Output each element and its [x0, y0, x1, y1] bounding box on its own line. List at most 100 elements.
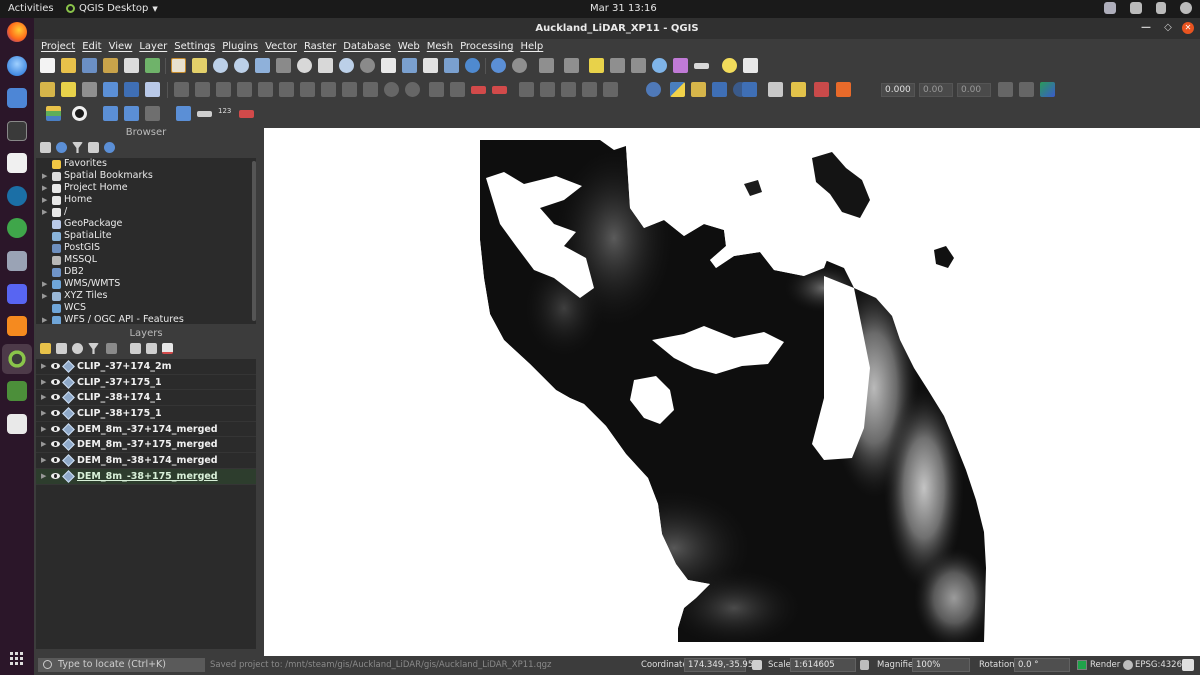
browser-item[interactable]: GeoPackage — [36, 218, 256, 230]
refresh-icon[interactable] — [56, 142, 67, 153]
discord-tray-icon[interactable] — [1104, 2, 1116, 14]
volume-icon[interactable] — [1130, 2, 1142, 14]
show-hide-labels-icon[interactable] — [540, 82, 555, 97]
statistical-summary-icon[interactable] — [631, 58, 646, 73]
visibility-eye-icon[interactable] — [51, 472, 60, 479]
visibility-eye-icon[interactable] — [51, 457, 60, 464]
snap-value-z[interactable]: 0.00 — [957, 83, 991, 97]
expand-arrow-icon[interactable]: ▶ — [42, 170, 47, 182]
georeferencer-icon[interactable] — [791, 82, 806, 97]
field-calculator-icon[interactable] — [610, 58, 625, 73]
new-temporary-layer-icon[interactable] — [124, 82, 139, 97]
layer-item[interactable]: ▶ CLIP_-38+174_1 — [36, 390, 256, 407]
text-annotation-icon[interactable] — [743, 58, 758, 73]
task-list-icon[interactable] — [7, 153, 27, 173]
new-map-view-icon[interactable] — [381, 58, 396, 73]
browser-item[interactable]: DB2 — [36, 266, 256, 278]
pin-labels-icon[interactable] — [519, 82, 534, 97]
shape-tool-a-icon[interactable] — [998, 82, 1013, 97]
identify-features-icon[interactable] — [491, 58, 506, 73]
abc-label-icon[interactable] — [471, 86, 486, 94]
label-tool-red-icon[interactable] — [239, 110, 254, 118]
rotate-label-icon[interactable] — [582, 82, 597, 97]
menu-view[interactable]: View — [109, 39, 133, 54]
visibility-eye-icon[interactable] — [51, 410, 60, 417]
firefox-icon[interactable] — [7, 22, 27, 42]
measure-bar-icon[interactable] — [197, 111, 212, 117]
processing-toolbox-icon[interactable] — [652, 58, 667, 73]
zoom-next-icon[interactable] — [360, 58, 375, 73]
browser-item[interactable]: ▶ WMS/WMTS — [36, 278, 256, 290]
expand-all-icon[interactable] — [130, 343, 141, 354]
digitize-circle-icon[interactable] — [72, 106, 87, 121]
copy-features-icon[interactable] — [342, 82, 357, 97]
updates-icon[interactable] — [1156, 2, 1166, 14]
select-features-icon[interactable] — [539, 58, 554, 73]
digitize-segment-icon[interactable] — [103, 106, 118, 121]
filter-by-expression-icon[interactable] — [106, 343, 117, 354]
expand-arrow-icon[interactable]: ▶ — [41, 437, 46, 452]
menu-settings[interactable]: Settings — [174, 39, 215, 54]
new-geopackage-layer-icon[interactable] — [61, 82, 76, 97]
layer-item[interactable]: ▶ CLIP_-37+175_1 — [36, 375, 256, 391]
file-manager-icon[interactable] — [7, 88, 27, 108]
zoom-full-icon[interactable] — [255, 58, 270, 73]
help-contents-icon[interactable] — [742, 82, 757, 97]
data-source-manager-icon[interactable] — [40, 82, 55, 97]
new-3d-view-icon[interactable] — [402, 58, 417, 73]
label-count-icon[interactable]: 123 — [218, 107, 231, 115]
zoom-in-icon[interactable] — [213, 58, 228, 73]
snap-value-y[interactable]: 0.00 — [919, 83, 953, 97]
crs-icon[interactable] — [1123, 660, 1133, 670]
lock-scale-icon[interactable] — [860, 660, 869, 670]
activities-button[interactable]: Activities — [8, 3, 54, 14]
measure-line-icon[interactable] — [694, 63, 709, 69]
qgis-icon[interactable] — [7, 349, 27, 369]
abc-label-off-icon[interactable] — [492, 86, 507, 94]
save-project-icon[interactable] — [82, 58, 97, 73]
browser-item[interactable]: ▶ Home — [36, 194, 256, 206]
menu-processing[interactable]: Processing — [460, 39, 513, 54]
expand-arrow-icon[interactable]: ▶ — [41, 406, 46, 421]
browser-item[interactable]: SpatiaLite — [36, 230, 256, 242]
visibility-eye-icon[interactable] — [51, 441, 60, 448]
text-editor-icon[interactable] — [7, 414, 27, 434]
advanced-digitize-icon[interactable] — [176, 106, 191, 121]
coordinate-field[interactable]: 174.349,-35.955 — [684, 658, 759, 672]
add-raster-layer-icon[interactable] — [103, 82, 118, 97]
add-group-icon[interactable] — [56, 343, 67, 354]
expand-arrow-icon[interactable]: ▶ — [42, 290, 47, 302]
remove-layer-icon[interactable] — [162, 343, 173, 354]
expand-arrow-icon[interactable]: ▶ — [41, 453, 46, 468]
label-highlight-icon[interactable] — [450, 82, 465, 97]
globe-icon[interactable] — [646, 82, 661, 97]
browser-item[interactable]: Favorites — [36, 158, 256, 170]
python-console-icon[interactable] — [670, 82, 685, 97]
snapping-tool-icon[interactable] — [124, 106, 139, 121]
locator-search-input[interactable]: Type to locate (Ctrl+K) — [38, 658, 205, 672]
collapse-all-icon[interactable] — [88, 142, 99, 153]
tracing-icon[interactable] — [145, 106, 160, 121]
toggle-editing-icon[interactable] — [174, 82, 189, 97]
filter-legend-icon[interactable] — [88, 343, 99, 354]
open-project-icon[interactable] — [61, 58, 76, 73]
refresh-icon[interactable] — [465, 58, 480, 73]
plugin-tools-icon[interactable] — [836, 82, 851, 97]
visibility-eye-icon[interactable] — [51, 378, 60, 385]
zoom-last-icon[interactable] — [339, 58, 354, 73]
delete-selected-icon[interactable] — [300, 82, 315, 97]
pan-to-selection-icon[interactable] — [192, 58, 207, 73]
menu-web[interactable]: Web — [398, 39, 420, 54]
deselect-all-icon[interactable] — [589, 58, 604, 73]
expand-arrow-icon[interactable]: ▶ — [41, 469, 46, 484]
crs-button[interactable]: EPSG:4326 — [1135, 660, 1182, 670]
visibility-eye-icon[interactable] — [51, 394, 60, 401]
move-label-icon[interactable] — [561, 82, 576, 97]
collapse-all-icon[interactable] — [146, 343, 157, 354]
new-project-icon[interactable] — [40, 58, 55, 73]
visibility-eye-icon[interactable] — [51, 363, 60, 369]
label-tool-icon[interactable] — [429, 82, 444, 97]
window-titlebar[interactable]: Auckland_LiDAR_XP11 - QGIS — ◇ ✕ — [34, 18, 1200, 39]
discord-icon[interactable] — [7, 284, 27, 304]
layer-item[interactable]: ▶ DEM_8m_-38+174_merged — [36, 453, 256, 469]
